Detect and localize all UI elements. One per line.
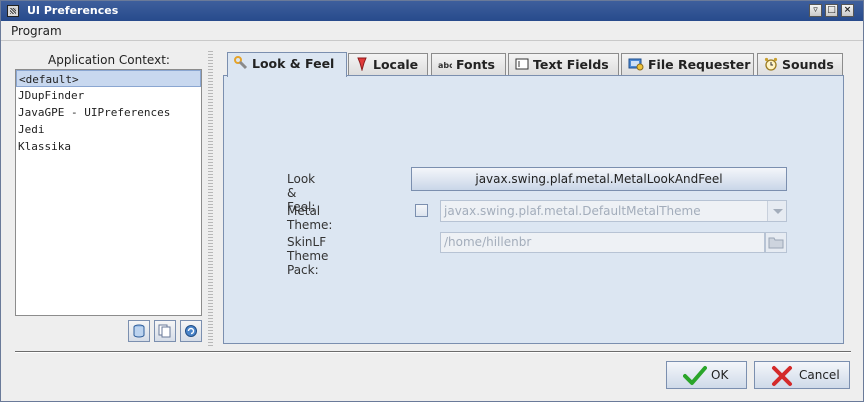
folder-icon xyxy=(768,237,784,249)
tab-fonts[interactable]: abc Fonts xyxy=(431,53,506,76)
chevron-down-icon[interactable] xyxy=(767,201,786,221)
abc-icon: abc xyxy=(438,61,454,70)
ok-button-label: OK xyxy=(711,368,729,382)
close-button[interactable]: × xyxy=(841,4,854,17)
cancel-button[interactable]: Cancel xyxy=(754,361,850,389)
alarm-clock-icon xyxy=(764,57,778,71)
context-item-javagpe[interactable]: JavaGPE - UIPreferences xyxy=(16,104,201,121)
metal-theme-checkbox[interactable] xyxy=(415,204,428,217)
tab-locale[interactable]: Locale xyxy=(348,53,428,76)
metal-theme-label: Metal Theme: xyxy=(287,204,333,232)
cancel-x-icon xyxy=(772,366,792,386)
application-context-list[interactable]: <default> JDupFinder JavaGPE - UIPrefere… xyxy=(15,69,202,316)
checkmark-icon xyxy=(683,366,707,385)
tab-locale-label: Locale xyxy=(373,57,419,72)
context-item-jdupfinder[interactable]: JDupFinder xyxy=(16,87,201,104)
skinlf-theme-pack-label: SkinLF Theme Pack: xyxy=(287,235,329,277)
add-context-button[interactable] xyxy=(128,320,150,342)
tab-look-and-feel-label: Look & Feel xyxy=(252,56,335,71)
context-item-default[interactable]: <default> xyxy=(16,70,201,87)
copy-context-button[interactable] xyxy=(154,320,176,342)
metal-theme-value: javax.swing.plaf.metal.DefaultMetalTheme xyxy=(444,204,701,218)
tab-sounds[interactable]: Sounds xyxy=(757,53,843,76)
text-field-icon xyxy=(515,58,529,70)
copy-icon xyxy=(158,324,171,338)
tab-sounds-label: Sounds xyxy=(782,57,834,72)
split-pane-divider[interactable] xyxy=(208,51,213,347)
maximize-button[interactable]: □ xyxy=(825,4,838,17)
menu-program[interactable]: Program xyxy=(11,24,62,38)
database-icon xyxy=(133,324,145,338)
ok-button[interactable]: OK xyxy=(666,361,747,389)
cancel-button-label: Cancel xyxy=(799,368,840,382)
tab-file-requester[interactable]: File Requester xyxy=(621,53,754,76)
pin-icon xyxy=(357,57,367,72)
application-context-label: Application Context: xyxy=(48,53,170,67)
file-requester-icon xyxy=(628,58,644,71)
dialog-separator xyxy=(15,351,851,353)
tab-look-and-feel[interactable]: Look & Feel xyxy=(227,52,347,77)
look-and-feel-selector-button[interactable]: javax.swing.plaf.metal.MetalLookAndFeel xyxy=(411,167,787,191)
window-title: UI Preferences xyxy=(27,4,119,17)
skinlf-path-field[interactable]: /home/hillenbr xyxy=(440,232,765,253)
metal-theme-combo[interactable]: javax.swing.plaf.metal.DefaultMetalTheme xyxy=(440,200,787,222)
minimize-button[interactable]: ▿ xyxy=(809,4,822,17)
refresh-context-button[interactable] xyxy=(180,320,202,342)
tab-text-fields-label: Text Fields xyxy=(533,57,609,72)
wrench-icon xyxy=(234,56,248,70)
context-item-klassika[interactable]: Klassika xyxy=(16,138,201,155)
context-item-jedi[interactable]: Jedi xyxy=(16,121,201,138)
ui-preferences-window: UI Preferences ▿ □ × Program Application… xyxy=(0,0,864,402)
app-icon[interactable] xyxy=(7,5,19,17)
tab-fonts-label: Fonts xyxy=(456,57,495,72)
title-bar[interactable]: UI Preferences ▿ □ × xyxy=(1,1,863,21)
svg-text:abc: abc xyxy=(438,61,452,70)
tab-file-requester-label: File Requester xyxy=(648,57,751,72)
refresh-icon xyxy=(185,325,197,337)
browse-skinlf-button[interactable] xyxy=(765,232,787,253)
tab-text-fields[interactable]: Text Fields xyxy=(508,53,619,76)
menu-bar: Program xyxy=(1,21,863,41)
